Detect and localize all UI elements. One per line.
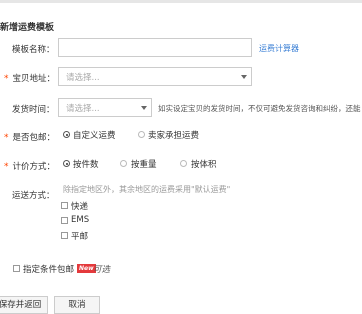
option-custom-fee: 自定义运费 [73,131,116,141]
location-placeholder: 请选择... [66,73,100,83]
checkbox-conditional-free[interactable] [13,265,20,272]
radio-by-count[interactable] [63,160,70,167]
option-ems: EMS [71,215,90,225]
free-shipping-label: * 是否包邮： [4,131,55,143]
checkbox-ems[interactable] [61,217,68,224]
chevron-down-icon [141,106,147,110]
ship-time-placeholder: 请选择... [66,104,100,114]
option-by-weight: 按重量 [131,160,157,170]
required-asterisk: * [4,133,9,143]
template-name-input[interactable] [58,38,252,57]
ship-time-select[interactable]: 请选择... [58,98,152,117]
checkbox-surface-mail[interactable] [61,232,68,239]
optional-text: 可选 [93,265,111,275]
template-name-label: 模板名称： [12,45,55,55]
option-seller-pays: 卖家承担运费 [148,131,200,141]
location-label: * 宝贝地址： [4,72,55,84]
required-asterisk: * [4,162,9,172]
radio-custom-fee[interactable] [63,131,70,138]
option-by-volume: 按体积 [191,160,217,170]
delivery-label: 运送方式： [12,191,55,201]
ship-time-label: 发货时间： [12,105,55,115]
required-asterisk: * [4,74,9,84]
location-select[interactable]: 请选择... [58,67,252,86]
save-return-button[interactable]: 保存并返回 [0,296,48,314]
checkbox-express[interactable] [61,202,68,209]
radio-seller-pays[interactable] [138,131,145,138]
page-title: 新增运费模板 [0,23,55,33]
pricing-label-text: 计价方式： [12,162,56,172]
conditional-free-label: 指定条件包邮 [23,265,75,275]
option-by-count: 按件数 [73,160,99,170]
option-express: 快递 [71,202,89,212]
location-label-text: 宝贝地址： [12,74,56,84]
pricing-label: * 计价方式： [4,160,55,172]
top-divider [0,0,362,3]
chevron-down-icon [241,75,247,79]
radio-by-weight[interactable] [120,160,127,167]
delivery-hint: 除指定地区外，其余地区的运费采用"默认运费" [63,185,231,194]
ship-time-hint: 如实设定宝贝的发货时间，不仅可避免发货咨询和纠纷，还能 [158,104,361,113]
free-shipping-label-text: 是否包邮： [12,133,56,143]
shipping-calculator-link[interactable]: 运费计算器 [259,43,299,54]
radio-by-volume[interactable] [180,160,187,167]
cancel-button[interactable]: 取消 [54,296,100,314]
option-surface-mail: 平邮 [71,232,89,242]
